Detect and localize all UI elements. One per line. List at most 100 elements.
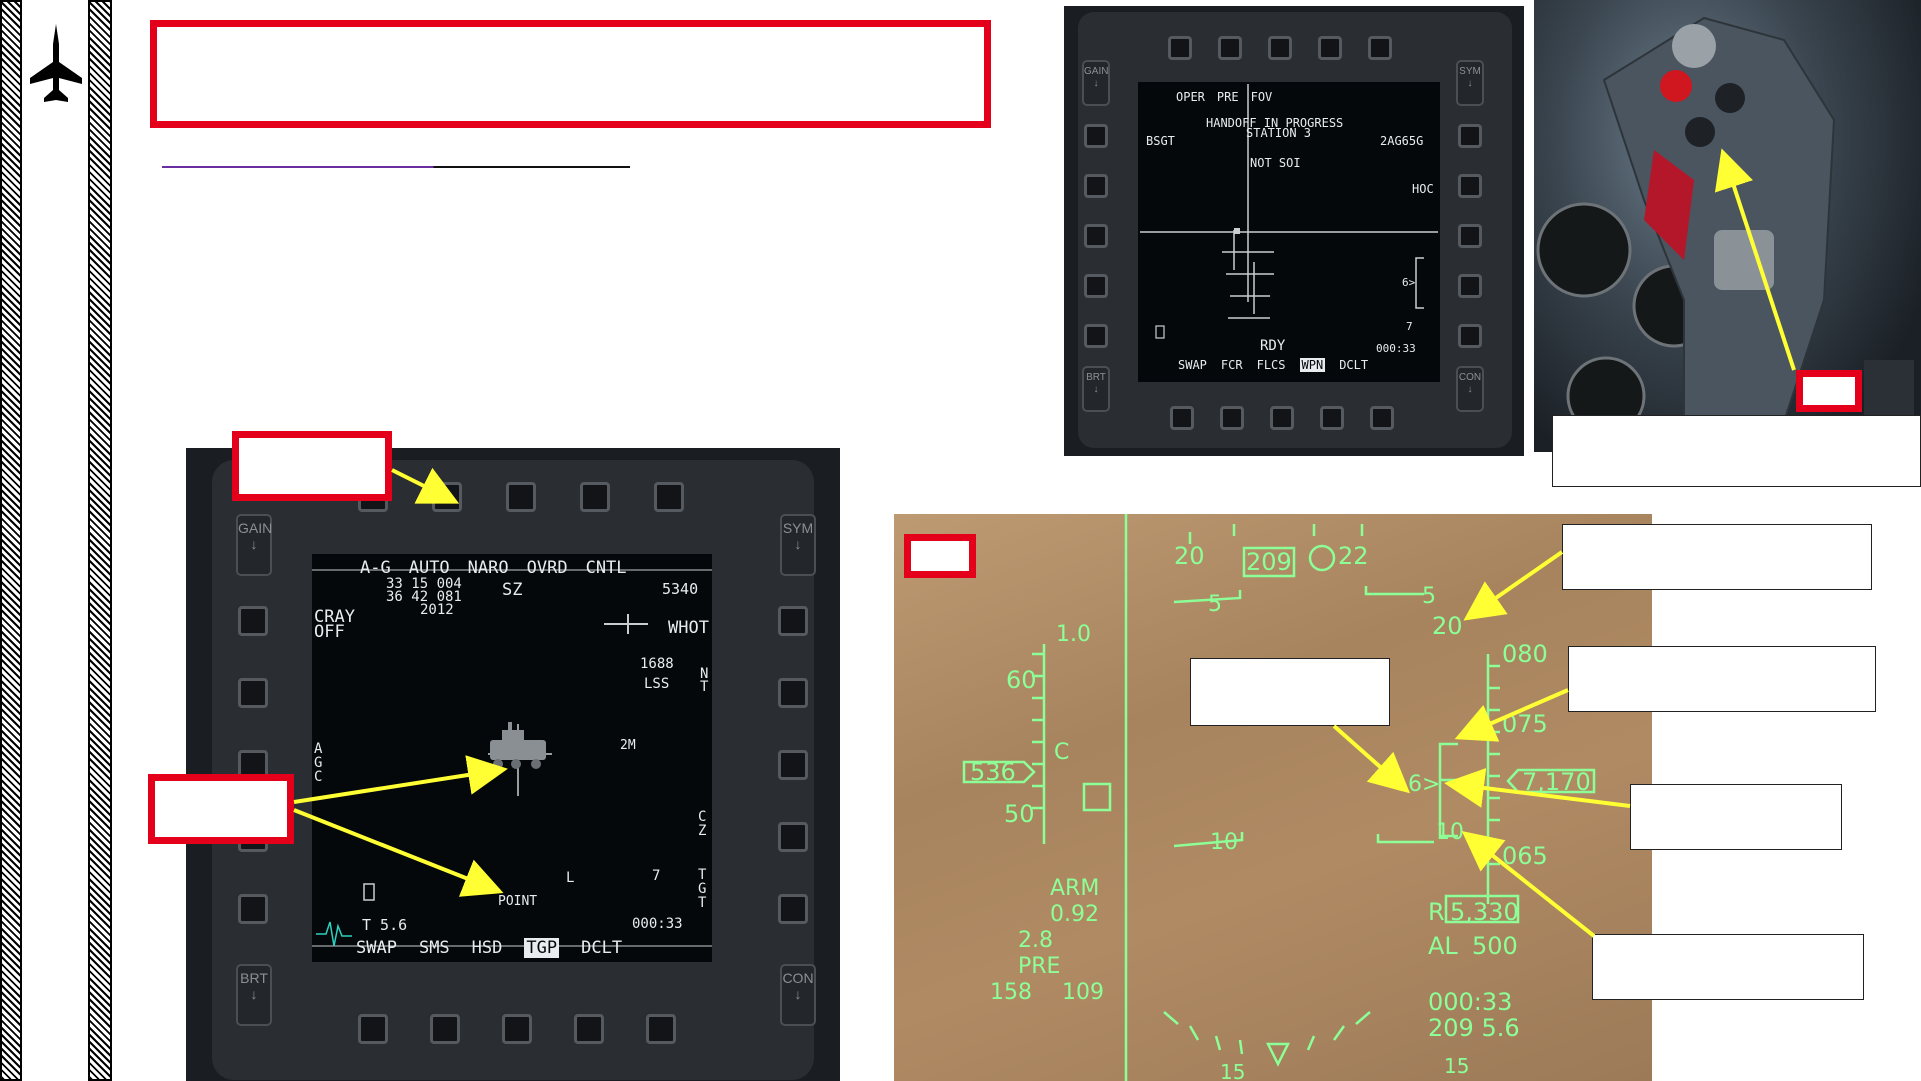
label-tgp[interactable]: TGP bbox=[524, 938, 560, 958]
stick-base-icon bbox=[1714, 230, 1774, 290]
rmfd-osb-bottom-4[interactable] bbox=[1320, 406, 1344, 430]
hud-val-158: 158 bbox=[990, 980, 1032, 1005]
osb-bottom-1[interactable] bbox=[358, 1014, 388, 1044]
hud-pitch-5-left: 5 bbox=[1208, 592, 1222, 617]
label-dclt-r[interactable]: DCLT bbox=[1339, 358, 1368, 372]
stick-illustration bbox=[1536, 16, 1914, 452]
osb-right-4[interactable] bbox=[778, 822, 808, 852]
label-cntl[interactable]: CNTL bbox=[586, 558, 627, 578]
hoc-label[interactable]: HOC bbox=[1412, 182, 1434, 196]
page-title bbox=[157, 27, 984, 79]
label-hsd[interactable]: HSD bbox=[472, 938, 503, 958]
sym-rocker[interactable]: SYM ↓ bbox=[780, 514, 816, 576]
rmfd-osb-right-3[interactable] bbox=[1458, 224, 1482, 248]
label-pre[interactable]: PRE bbox=[1217, 90, 1239, 104]
label-dclt[interactable]: DCLT bbox=[581, 938, 622, 958]
hud-g-value: 1.0 bbox=[1056, 622, 1091, 647]
hud-heading-current: 209 bbox=[1246, 548, 1292, 576]
osb-left-5[interactable] bbox=[238, 894, 268, 924]
rmfd-osb-right-5[interactable] bbox=[1458, 324, 1482, 348]
label-fcr[interactable]: FCR bbox=[1221, 358, 1243, 372]
label-sms[interactable]: SMS bbox=[419, 938, 450, 958]
cms-switch-icon bbox=[1685, 117, 1715, 147]
rmfd-osb-left-4[interactable] bbox=[1084, 274, 1108, 298]
rmfd-osb-right-4[interactable] bbox=[1458, 274, 1482, 298]
rmfd-osb-left-5[interactable] bbox=[1084, 324, 1108, 348]
flight-path-marker-icon bbox=[1308, 544, 1336, 572]
whot-label[interactable]: WHOT bbox=[668, 618, 709, 638]
osb-top-4[interactable] bbox=[580, 482, 610, 512]
nt-label[interactable]: NT bbox=[700, 667, 710, 694]
rmfd-osb-top-2[interactable] bbox=[1218, 36, 1242, 60]
rmfd-osb-right-1[interactable] bbox=[1458, 124, 1482, 148]
seven-label: 7 bbox=[1406, 320, 1413, 333]
osb-left-1[interactable] bbox=[238, 606, 268, 636]
wpn-time-label: 000:33 bbox=[1376, 342, 1416, 355]
osb-right-1[interactable] bbox=[778, 606, 808, 636]
rmfd-osb-bottom-3[interactable] bbox=[1270, 406, 1294, 430]
trim-hat-icon bbox=[1672, 24, 1716, 68]
osb-top-2[interactable] bbox=[432, 482, 462, 512]
lss-label[interactable]: LSS bbox=[644, 676, 669, 692]
signal-trace-icon bbox=[316, 921, 352, 947]
brt-rocker[interactable]: BRT ↓ bbox=[236, 964, 272, 1026]
tgp-top-labels: A-G AUTO NARO OVRD CNTL bbox=[360, 558, 627, 578]
rmfd-osb-left-2[interactable] bbox=[1084, 174, 1108, 198]
point-label: POINT bbox=[498, 894, 538, 909]
label-swap[interactable]: SWAP bbox=[356, 938, 397, 958]
rmfd-osb-top-3[interactable] bbox=[1268, 36, 1292, 60]
con-rocker[interactable]: CON ↓ bbox=[780, 964, 816, 1026]
label-fov[interactable]: FOV bbox=[1251, 90, 1273, 104]
hud-bottom-15-right: 15 bbox=[1444, 1054, 1470, 1078]
rmfd-osb-top-4[interactable] bbox=[1318, 36, 1342, 60]
rmfd-sym-rocker[interactable]: SYM ↓ bbox=[1456, 60, 1484, 106]
gain-rocker[interactable]: GAIN ↓ bbox=[236, 514, 272, 576]
tgt-label[interactable]: TGT bbox=[698, 868, 708, 910]
not-soi-label: NOT SOI bbox=[1250, 156, 1301, 170]
label-naro[interactable]: NARO bbox=[468, 558, 509, 578]
rmfd-con-rocker[interactable]: CON ↓ bbox=[1456, 366, 1484, 412]
rmfd-osb-bottom-2[interactable] bbox=[1220, 406, 1244, 430]
cray-off-label[interactable]: CRAY OFF bbox=[314, 609, 355, 641]
label-a-g[interactable]: A-G bbox=[360, 558, 391, 578]
wpn-store-icon bbox=[1155, 325, 1165, 339]
label-wpn[interactable]: WPN bbox=[1299, 358, 1326, 372]
osb-bottom-2[interactable] bbox=[430, 1014, 460, 1044]
tgp-screen: A-G AUTO NARO OVRD CNTL 33 15 004 36 42 … bbox=[312, 554, 712, 962]
label-auto[interactable]: AUTO bbox=[409, 558, 450, 578]
rmfd-osb-bottom-1[interactable] bbox=[1170, 406, 1194, 430]
osb-bottom-4[interactable] bbox=[574, 1014, 604, 1044]
osb-top-5[interactable] bbox=[654, 482, 684, 512]
station-status: STATION 3 bbox=[1246, 126, 1312, 140]
aircraft-symbol-icon bbox=[604, 614, 648, 634]
rmfd-brt-label: BRT bbox=[1086, 372, 1106, 383]
callout-box-stick bbox=[1796, 370, 1862, 412]
rmfd-osb-right-2[interactable] bbox=[1458, 174, 1482, 198]
label-swap-r[interactable]: SWAP bbox=[1178, 358, 1207, 372]
label-flcs[interactable]: FLCS bbox=[1257, 358, 1286, 372]
agc-label[interactable]: AGC bbox=[314, 742, 324, 784]
weapon-store-icon bbox=[363, 883, 375, 901]
rmfd-osb-bottom-5[interactable] bbox=[1370, 406, 1394, 430]
rmfd-brt-rocker[interactable]: BRT ↓ bbox=[1082, 366, 1110, 412]
osb-left-2[interactable] bbox=[238, 678, 268, 708]
osb-bottom-3[interactable] bbox=[502, 1014, 532, 1044]
osb-right-5[interactable] bbox=[778, 894, 808, 924]
tgp-bottom-labels: SWAP SMS HSD TGP DCLT bbox=[356, 938, 622, 958]
cz-label[interactable]: CZ bbox=[698, 810, 708, 838]
bsgt-label[interactable]: BSGT bbox=[1146, 134, 1175, 148]
callout-box-osb bbox=[232, 431, 392, 501]
rmfd-osb-left-1[interactable] bbox=[1084, 124, 1108, 148]
osb-right-2[interactable] bbox=[778, 678, 808, 708]
rmfd-osb-top-1[interactable] bbox=[1168, 36, 1192, 60]
osb-bottom-5[interactable] bbox=[646, 1014, 676, 1044]
rdy-label: RDY bbox=[1260, 338, 1286, 354]
label-oper[interactable]: OPER bbox=[1176, 90, 1205, 104]
label-ovrd[interactable]: OVRD bbox=[527, 558, 568, 578]
callout-caption-heading bbox=[1562, 524, 1872, 590]
osb-top-3[interactable] bbox=[506, 482, 536, 512]
rmfd-gain-rocker[interactable]: GAIN ↓ bbox=[1082, 60, 1110, 106]
rmfd-osb-top-5[interactable] bbox=[1368, 36, 1392, 60]
rmfd-osb-left-3[interactable] bbox=[1084, 224, 1108, 248]
osb-right-3[interactable] bbox=[778, 750, 808, 780]
